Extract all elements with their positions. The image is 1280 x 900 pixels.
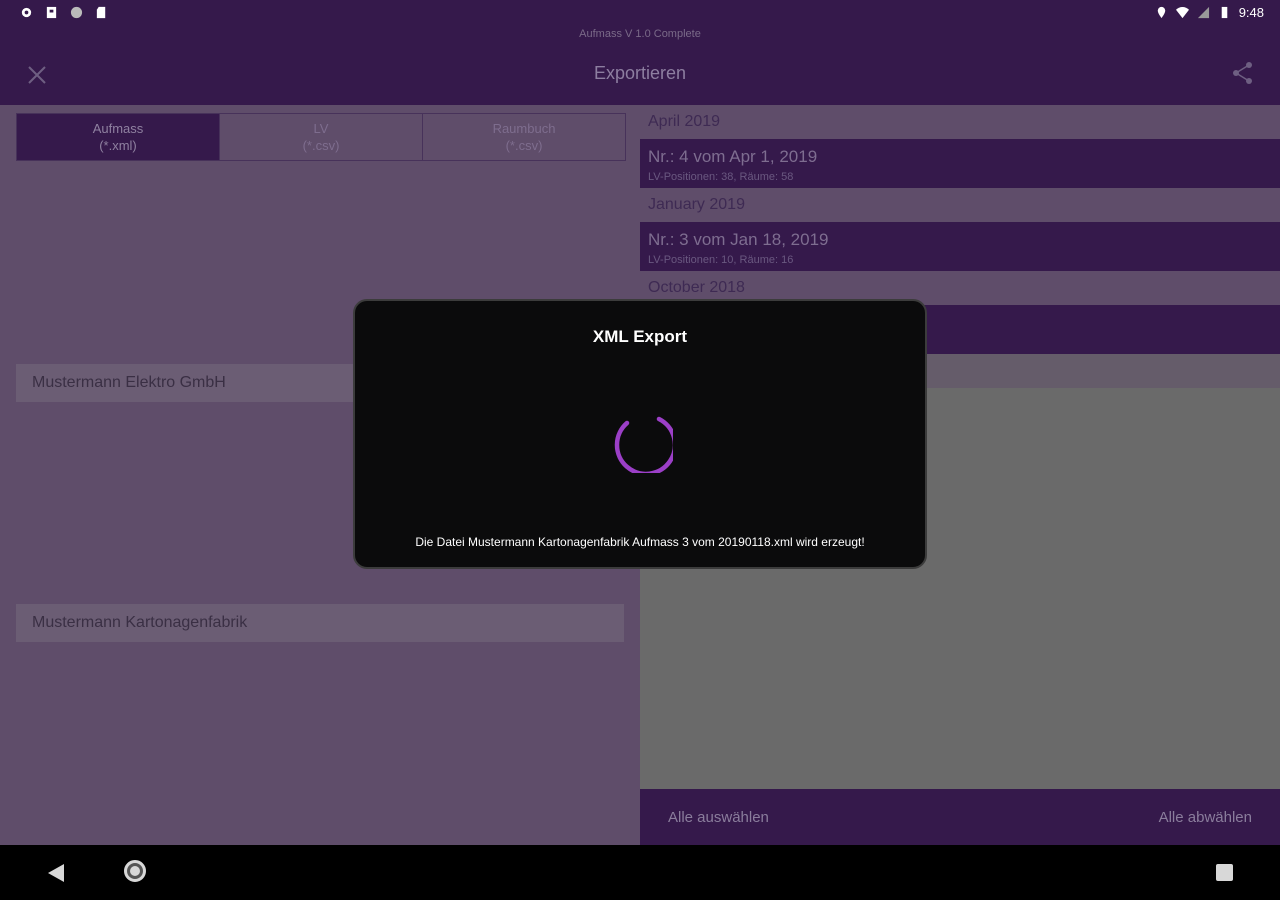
loading-spinner-icon — [614, 416, 673, 473]
recents-icon[interactable] — [1216, 864, 1233, 881]
sd-icon — [46, 6, 57, 19]
status-bar: 9:48 — [0, 0, 1280, 28]
export-entry[interactable]: Nr.: 4 vom Apr 1, 2019 LV-Positionen: 38… — [640, 139, 1280, 188]
location-icon — [1157, 6, 1165, 19]
tab-extension: (*.csv) — [505, 138, 543, 153]
entry-title: Nr.: 4 vom Apr 1, 2019 — [648, 147, 818, 166]
back-icon[interactable] — [46, 863, 66, 883]
app-subtitle: Aufmass V 1.0 Complete — [579, 28, 701, 40]
export-format-tabs: Aufmass (*.xml) LV (*.csv) Raumbuch (*.c… — [16, 113, 626, 161]
month-header: January 2019 — [640, 188, 1280, 222]
bottom-action-bar: Alle auswählen Alle abwählen — [640, 789, 1280, 845]
wifi-icon — [1175, 7, 1189, 19]
tab-extension: (*.xml) — [99, 138, 137, 153]
clock: 9:48 — [1238, 5, 1264, 20]
export-entry[interactable]: Nr.: 3 vom Jan 18, 2019 LV-Positionen: 1… — [640, 222, 1280, 271]
dialog-message: Die Datei Mustermann Kartonagenfabrik Au… — [415, 535, 865, 549]
tab-label: Aufmass — [92, 121, 144, 136]
dialog-title: XML Export — [592, 327, 688, 346]
system-nav-bar — [0, 845, 1280, 900]
home-icon[interactable] — [124, 860, 146, 882]
entry-title: Nr.: 3 vom Jan 18, 2019 — [648, 230, 829, 249]
tab-label: LV — [313, 121, 329, 136]
signal-icon — [1197, 6, 1209, 19]
tab-lv[interactable]: LV (*.csv) — [220, 114, 423, 160]
gear-icon — [21, 7, 32, 18]
tab-raumbuch[interactable]: Raumbuch (*.csv) — [423, 114, 625, 160]
company-item[interactable]: Mustermann Kartonagenfabrik — [16, 604, 624, 642]
page-title: Exportieren — [593, 63, 687, 83]
entry-detail: LV-Positionen: 38, Räume: 58 — [648, 171, 794, 183]
deselect-all-button[interactable]: Alle abwählen — [1159, 809, 1252, 826]
sim-icon — [96, 6, 106, 19]
select-all-button[interactable]: Alle auswählen — [668, 809, 769, 826]
tab-extension: (*.csv) — [302, 138, 340, 153]
export-progress-dialog: XML Export Die Datei Mustermann Kartonag… — [353, 299, 927, 569]
tab-aufmass[interactable]: Aufmass (*.xml) — [17, 114, 220, 160]
entry-detail: LV-Positionen: 10, Räume: 16 — [648, 254, 794, 266]
circle-icon — [70, 6, 83, 19]
share-icon[interactable] — [1230, 60, 1256, 86]
tab-label: Raumbuch — [492, 121, 556, 136]
app-bar: Aufmass V 1.0 Complete Exportieren — [0, 28, 1280, 105]
battery-icon — [1221, 6, 1227, 19]
month-header: April 2019 — [640, 105, 1280, 139]
